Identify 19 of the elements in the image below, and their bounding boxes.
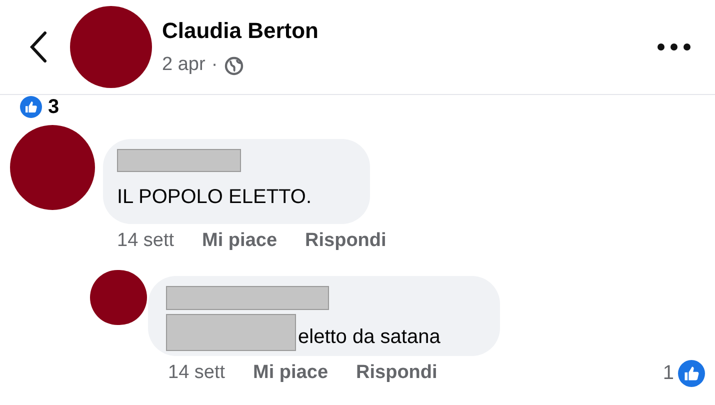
author-name: Claudia Berton (162, 17, 318, 46)
comment-text: IL POPOLO ELETTO. (117, 185, 313, 210)
thumbs-up-icon (678, 360, 705, 386)
more-icon[interactable] (657, 43, 691, 51)
reply-link[interactable]: Rispondi (356, 358, 438, 388)
like-link[interactable]: Mi piace (253, 358, 328, 388)
like-link[interactable]: Mi piace (202, 226, 278, 256)
back-icon[interactable] (28, 30, 48, 64)
reaction-count: 3 (48, 95, 60, 120)
globe-icon (224, 56, 244, 76)
reaction-count: 1 (662, 361, 674, 386)
thumbs-up-icon (20, 96, 42, 118)
comment-text: eletto da satana (298, 325, 440, 350)
post-date: 2 apr (162, 53, 206, 78)
separator-dot: · (211, 53, 218, 78)
avatar (90, 270, 147, 325)
comment-time: 14 sett (117, 228, 174, 253)
reply-link[interactable]: Rispondi (305, 226, 386, 256)
comment-time: 14 sett (168, 360, 226, 385)
